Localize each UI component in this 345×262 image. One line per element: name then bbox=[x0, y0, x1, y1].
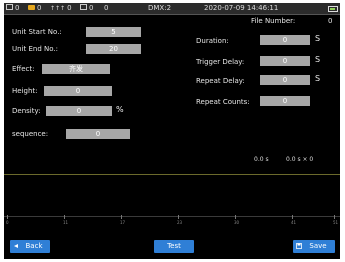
test-button[interactable]: Test bbox=[154, 240, 194, 253]
time-readout-b: 0.0 s × 0 bbox=[286, 156, 314, 163]
timeline-track bbox=[4, 174, 340, 175]
unit-start-field[interactable]: 5 bbox=[86, 27, 141, 37]
timeline-ruler bbox=[4, 216, 340, 217]
dmx-indicator: DMX:2 bbox=[148, 4, 172, 12]
save-button[interactable]: Save bbox=[293, 240, 335, 253]
status-item-2: 0 bbox=[28, 3, 41, 14]
timeline-tick-label: 41 bbox=[291, 220, 297, 225]
back-button-label: Back bbox=[25, 242, 43, 250]
density-label: Density: bbox=[12, 107, 41, 115]
timeline-tick-label: 0 bbox=[6, 220, 9, 225]
repeat-counts-label: Repeat Counts: bbox=[196, 98, 250, 106]
datetime: 2020-07-09 14:46:11 bbox=[204, 4, 279, 12]
timeline-tick bbox=[334, 215, 335, 219]
timeline-tick bbox=[178, 215, 179, 219]
back-button[interactable]: Back bbox=[10, 240, 50, 253]
effect-label: Effect: bbox=[12, 65, 35, 73]
density-unit: % bbox=[116, 105, 124, 114]
effect-field[interactable]: 齐发 bbox=[42, 64, 110, 74]
timeline-tick bbox=[235, 215, 236, 219]
repeat-delay-label: Repeat Delay: bbox=[196, 77, 245, 85]
timeline[interactable]: 0 11 17 23 30 41 51 bbox=[4, 171, 340, 227]
status-item-5: 0 bbox=[104, 4, 109, 12]
folder-icon bbox=[28, 4, 35, 10]
timeline-tick-label: 30 bbox=[234, 220, 240, 225]
status-item-1: 0 bbox=[6, 3, 19, 14]
file-number-value: 0 bbox=[328, 17, 333, 25]
unit-end-field[interactable]: 20 bbox=[86, 44, 141, 54]
timeline-tick bbox=[7, 215, 8, 219]
time-readout-a: 0.0 s bbox=[254, 156, 269, 163]
height-label: Height: bbox=[12, 87, 38, 95]
save-button-label: Save bbox=[309, 242, 327, 250]
timeline-tick-label: 51 bbox=[333, 220, 339, 225]
grid-icon bbox=[6, 4, 13, 10]
duration-unit: S bbox=[315, 34, 321, 43]
sequence-field[interactable]: 0 bbox=[66, 129, 130, 139]
timeline-tick bbox=[121, 215, 122, 219]
unit-start-label: Unit Start No.: bbox=[12, 28, 62, 36]
save-disk-icon bbox=[296, 243, 302, 249]
timeline-tick-label: 11 bbox=[63, 220, 69, 225]
status-item-3: ↑↑↑ 0 bbox=[50, 4, 72, 12]
status-item-4: 0 bbox=[80, 3, 93, 14]
timeline-tick bbox=[292, 215, 293, 219]
grid-icon bbox=[80, 4, 87, 10]
back-arrow-icon bbox=[14, 244, 18, 248]
trigger-delay-field[interactable]: 0 bbox=[260, 56, 310, 66]
height-field[interactable]: 0 bbox=[44, 86, 112, 96]
density-field[interactable]: 0 bbox=[46, 106, 112, 116]
device-screen: 0 0 ↑↑↑ 0 0 0 DMX:2 2020-07-09 14:46:11 F… bbox=[4, 3, 340, 259]
trigger-delay-unit: S bbox=[315, 55, 321, 64]
battery-icon bbox=[328, 6, 338, 12]
unit-end-label: Unit End No.: bbox=[12, 45, 58, 53]
file-number-label: File Number: bbox=[251, 17, 296, 25]
timeline-tick bbox=[64, 215, 65, 219]
repeat-delay-unit: S bbox=[315, 74, 321, 83]
signal-icon: ↑↑↑ bbox=[50, 5, 66, 12]
trigger-delay-label: Trigger Delay: bbox=[196, 58, 245, 66]
sequence-label: sequence: bbox=[12, 130, 49, 138]
duration-field[interactable]: 0 bbox=[260, 35, 310, 45]
test-button-label: Test bbox=[167, 242, 181, 250]
repeat-delay-field[interactable]: 0 bbox=[260, 75, 310, 85]
repeat-counts-field[interactable]: 0 bbox=[260, 96, 310, 106]
timeline-tick-label: 17 bbox=[120, 220, 126, 225]
timeline-tick-label: 23 bbox=[177, 220, 183, 225]
duration-label: Duration: bbox=[196, 37, 229, 45]
status-bar: 0 0 ↑↑↑ 0 0 0 DMX:2 2020-07-09 14:46:11 bbox=[4, 3, 340, 15]
